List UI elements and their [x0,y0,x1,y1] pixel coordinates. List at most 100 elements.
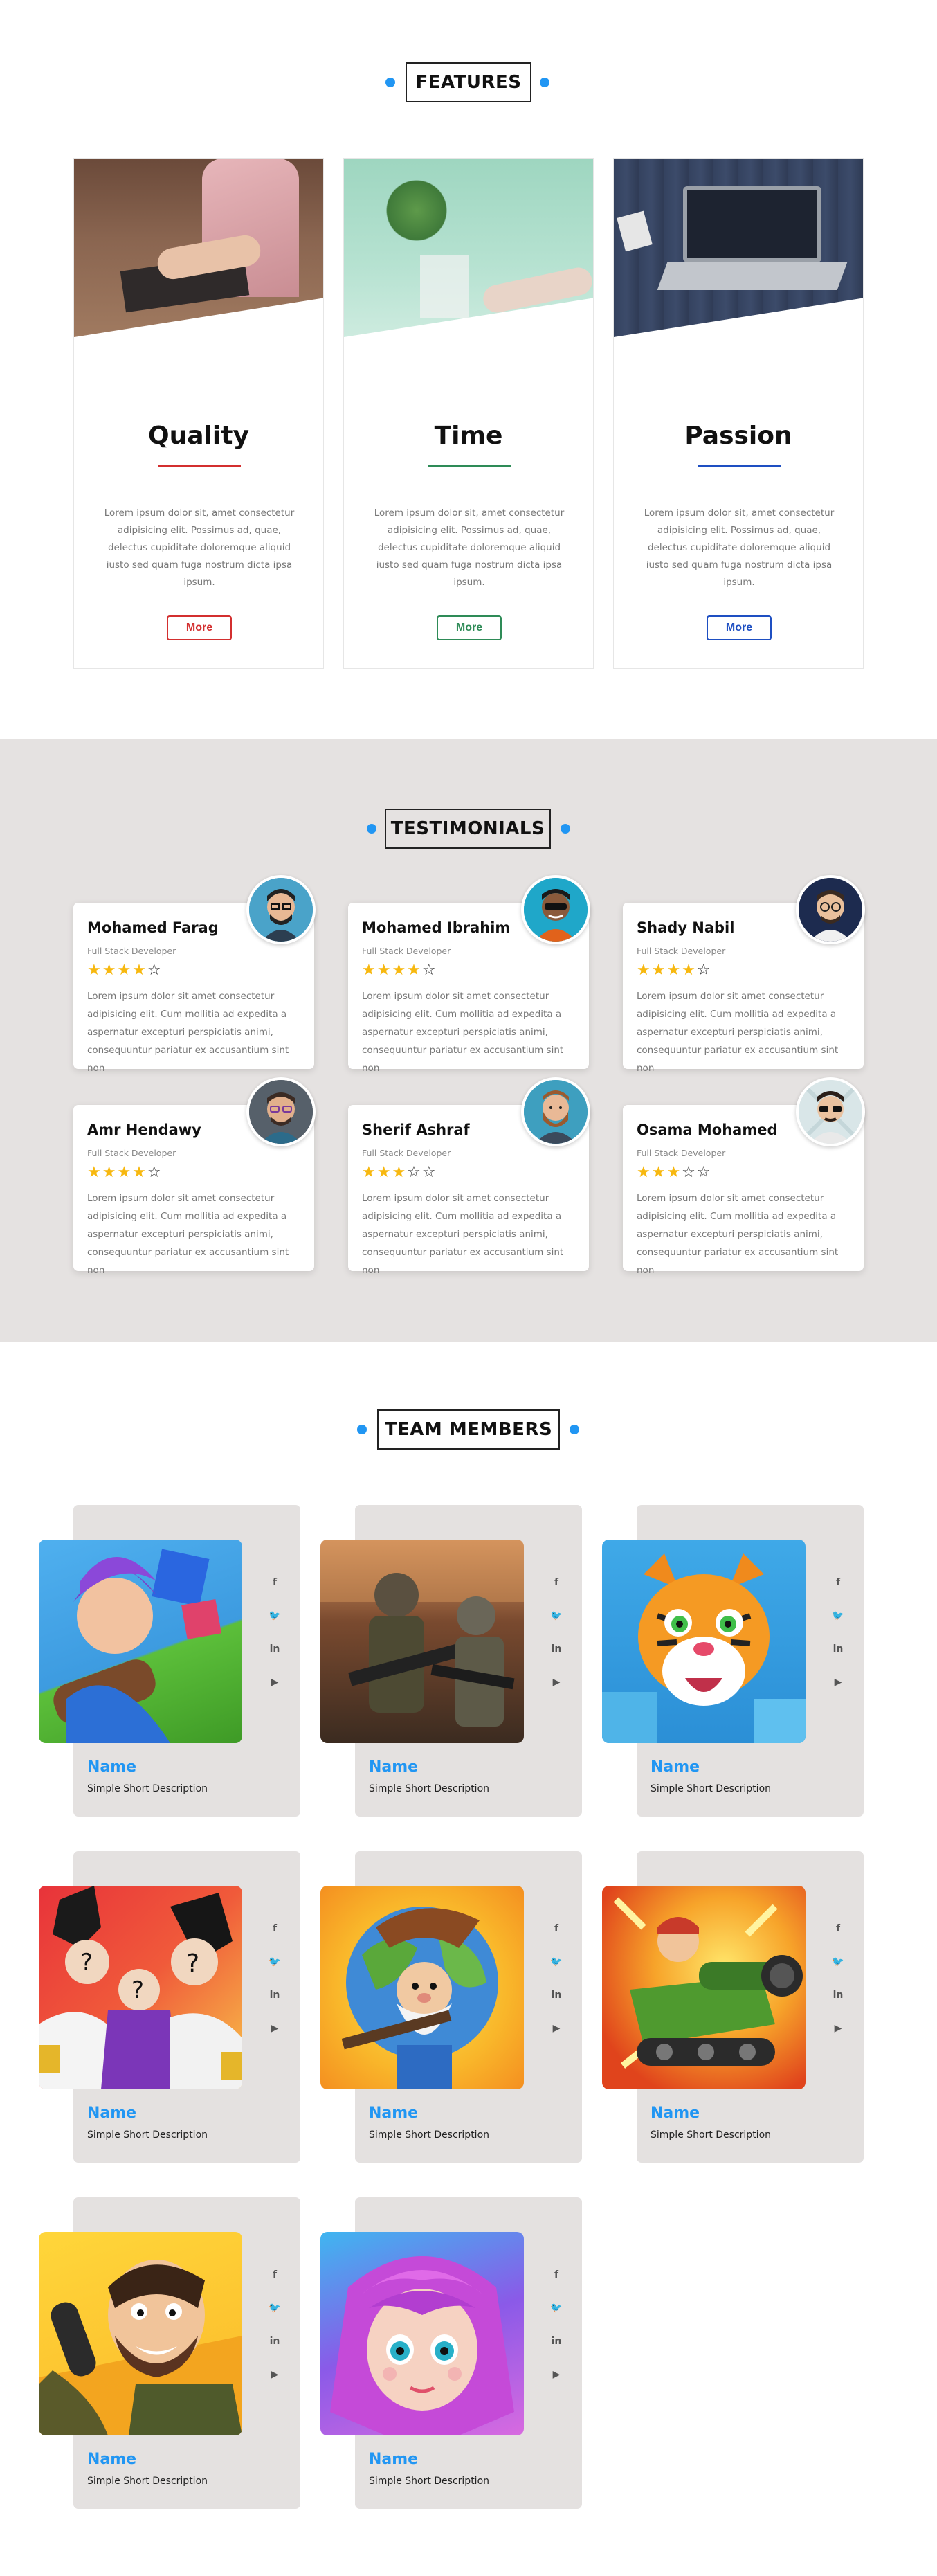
linkedin-icon[interactable]: in [548,1641,565,1657]
feature-card-quality: Quality Lorem ipsum dolor sit, amet cons… [73,158,324,669]
feature-title: Time [434,422,503,450]
facebook-icon[interactable]: f [266,2267,283,2283]
testimonial-role: Full Stack Developer [87,1148,176,1158]
svg-text:?: ? [186,1949,199,1978]
linkedin-icon[interactable]: in [266,1641,283,1657]
twitter-icon[interactable]: 🐦 [548,2300,565,2316]
testimonial-card: Shady Nabil Full Stack Developer ★★★★☆ L… [623,875,865,1074]
twitter-icon[interactable]: 🐦 [266,1954,283,1970]
testimonial-name: Amr Hendawy [87,1122,201,1138]
youtube-icon[interactable]: ▶ [548,1674,565,1691]
linkedin-icon[interactable]: in [830,1987,846,2003]
member-name: Name [369,2451,419,2468]
feature-image-quality [74,159,323,337]
heading-dot-left [385,78,395,87]
avatar [246,875,316,944]
twitter-icon[interactable]: 🐦 [548,1954,565,1970]
youtube-icon[interactable]: ▶ [830,1674,846,1691]
rating-stars: ★★★★☆ [87,1164,163,1181]
facebook-icon[interactable]: f [830,1920,846,1937]
testimonial-text: Lorem ipsum dolor sit amet consectetur a… [87,991,289,1074]
feature-title: Quality [148,422,249,450]
heading-dot-right [561,824,570,834]
testimonial-role: Full Stack Developer [87,946,176,956]
feature-description: Lorem ipsum dolor sit, amet consectetur … [374,507,565,588]
member-description: Simple Short Description [651,1783,772,1794]
member-description: Simple Short Description [87,1783,208,1794]
testimonial-text: Lorem ipsum dolor sit amet consectetur a… [637,991,839,1074]
youtube-icon[interactable]: ▶ [266,2020,283,2037]
member-description: Simple Short Description [87,2476,208,2487]
member-name: Name [87,2105,137,2122]
youtube-icon[interactable]: ▶ [830,2020,846,2037]
testimonial-role: Full Stack Developer [637,1148,726,1158]
avatar [521,875,590,944]
filled-stars: ★★★★ [362,962,422,979]
testimonial-text: Lorem ipsum dolor sit amet consectetur a… [637,1193,839,1276]
testimonial-text: Lorem ipsum dolor sit amet consectetur a… [87,1193,289,1276]
facebook-icon[interactable]: f [548,2267,565,2283]
testimonial-name: Shady Nabil [637,919,735,936]
testimonial-text: Lorem ipsum dolor sit amet consectetur a… [362,1193,564,1276]
facebook-icon[interactable]: f [830,1574,846,1591]
testimonial-card: Osama Mohamed Full Stack Developer ★★★☆☆… [623,1077,865,1276]
filled-stars: ★★★★ [87,962,147,979]
filled-stars: ★★★★ [87,1164,147,1181]
twitter-icon[interactable]: 🐦 [830,1954,846,1970]
heading-dot-left [367,824,376,834]
team-heading: TEAM MEMBERS [377,1409,560,1450]
empty-stars: ☆ [696,962,712,979]
filled-stars: ★★★ [362,1164,408,1181]
member-photo [39,2232,242,2435]
testimonial-name: Osama Mohamed [637,1122,778,1138]
feature-image-passion [614,159,863,337]
twitter-icon[interactable]: 🐦 [266,2300,283,2316]
linkedin-icon[interactable]: in [548,1987,565,2003]
avatar [246,1077,316,1146]
youtube-icon[interactable]: ▶ [266,2366,283,2383]
linkedin-icon[interactable]: in [266,1987,283,2003]
member-photo [602,1886,806,2089]
testimonial-card: Amr Hendawy Full Stack Developer ★★★★☆ L… [73,1077,316,1276]
linkedin-icon[interactable]: in [548,2333,565,2350]
empty-stars: ☆ [147,962,163,979]
linkedin-icon[interactable]: in [830,1641,846,1657]
feature-description: Lorem ipsum dolor sit, amet consectetur … [104,507,295,588]
testimonial-card: Mohamed Ibrahim Full Stack Developer ★★★… [348,875,590,1074]
member-description: Simple Short Description [87,2129,208,2141]
empty-stars: ☆ [421,962,437,979]
feature-underline [158,465,241,467]
facebook-icon[interactable]: f [548,1574,565,1591]
youtube-icon[interactable]: ▶ [548,2020,565,2037]
empty-stars: ☆ [147,1164,163,1181]
more-button-time[interactable]: More [437,615,502,640]
svg-text:?: ? [80,1949,93,1976]
more-button-quality[interactable]: More [167,615,232,640]
member-photo [320,1540,524,1743]
facebook-icon[interactable]: f [548,1920,565,1937]
twitter-icon[interactable]: 🐦 [830,1607,846,1624]
testimonial-card: Sherif Ashraf Full Stack Developer ★★★☆☆… [348,1077,590,1276]
youtube-icon[interactable]: ▶ [266,1674,283,1691]
svg-text:?: ? [131,1976,144,2004]
testimonials-heading-group: TESTIMONIALS [0,809,937,850]
features-heading-group: FEATURES [0,62,937,104]
member-name: Name [651,1758,700,1776]
feature-description: Lorem ipsum dolor sit, amet consectetur … [644,507,835,588]
twitter-icon[interactable]: 🐦 [548,1607,565,1624]
feature-card-passion: Passion Lorem ipsum dolor sit, amet cons… [613,158,864,669]
facebook-icon[interactable]: f [266,1920,283,1937]
twitter-icon[interactable]: 🐦 [266,1607,283,1624]
heading-dot-right [540,78,549,87]
testimonial-name: Mohamed Ibrahim [362,919,511,936]
linkedin-icon[interactable]: in [266,2333,283,2350]
member-description: Simple Short Description [369,2129,490,2141]
facebook-icon[interactable]: f [266,1574,283,1591]
testimonial-role: Full Stack Developer [362,946,451,956]
feature-image-time [344,159,593,337]
youtube-icon[interactable]: ▶ [548,2366,565,2383]
more-button-passion[interactable]: More [707,615,772,640]
page: FEATURES Quality Lorem ipsum dolor sit, … [0,0,937,2576]
testimonial-text: Lorem ipsum dolor sit amet consectetur a… [362,991,564,1074]
member-photo [39,1540,242,1743]
